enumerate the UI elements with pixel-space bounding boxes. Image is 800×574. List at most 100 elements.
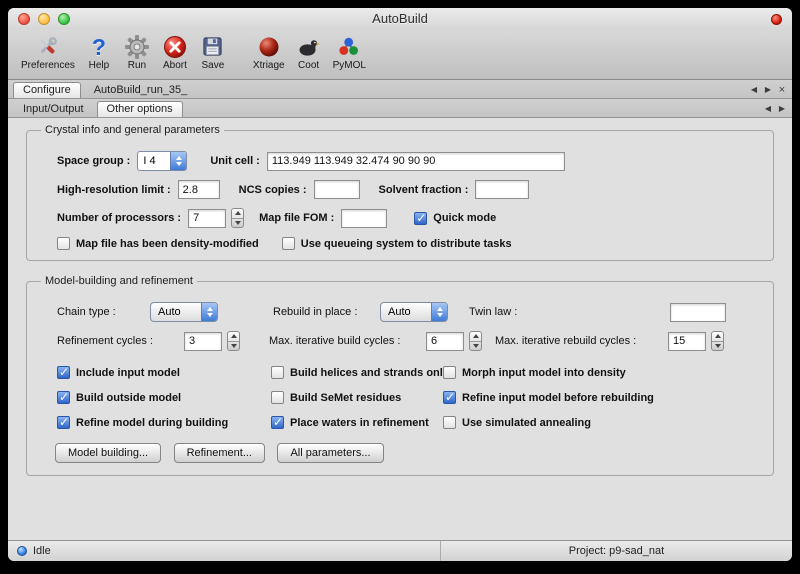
record-indicator-icon — [771, 14, 782, 25]
refine-before-rebuilding-checkbox[interactable]: Refine input model before rebuilding — [443, 391, 759, 404]
tab-scroll-left-icon[interactable]: ◀ — [749, 85, 759, 95]
subtab-scroll-right-icon[interactable]: ▶ — [777, 104, 787, 114]
crystal-info-title: Crystal info and general parameters — [41, 124, 224, 136]
build-cycles-label: Max. iterative build cycles : — [269, 335, 419, 347]
model-building-title: Model-building and refinement — [41, 275, 197, 287]
checkbox-box — [443, 366, 456, 379]
checkbox-box — [57, 237, 70, 250]
tab-other-options[interactable]: Other options — [97, 101, 183, 117]
checkbox-box — [271, 366, 284, 379]
popup-arrows-icon — [201, 303, 217, 321]
morph-input-model-checkbox[interactable]: Morph input model into density — [443, 366, 759, 379]
chain-type-popup[interactable]: Auto — [150, 302, 218, 322]
rebuild-cycles-label: Max. iterative rebuild cycles : — [495, 335, 661, 347]
toolbar-coot-button[interactable]: Coot — [290, 32, 328, 72]
checkbox-box — [57, 366, 70, 379]
place-waters-checkbox[interactable]: Place waters in refinement — [271, 416, 443, 429]
build-outside-model-checkbox[interactable]: Build outside model — [57, 391, 271, 404]
toolbar-run-button[interactable]: Run — [118, 32, 156, 72]
space-group-combo[interactable]: I 4 — [137, 151, 187, 171]
preferences-icon — [35, 33, 60, 60]
tab-autobuild-run[interactable]: AutoBuild_run_35_ — [84, 82, 198, 98]
map-fom-input[interactable] — [341, 209, 387, 228]
map-options-row: Map file has been density-modified Use q… — [57, 237, 759, 250]
high-res-label: High-resolution limit : — [57, 184, 171, 196]
tab-configure[interactable]: Configure — [13, 82, 81, 98]
checkbox-box — [282, 237, 295, 250]
toolbar-xtriage-button[interactable]: Xtriage — [248, 32, 290, 72]
queueing-checkbox[interactable]: Use queueing system to distribute tasks — [282, 237, 512, 250]
include-input-model-checkbox[interactable]: Include input model — [57, 366, 271, 379]
checkbox-box — [57, 391, 70, 404]
chain-type-row: Chain type : Auto Rebuild in place : Aut… — [57, 302, 759, 322]
space-group-label: Space group : — [57, 155, 130, 167]
status-bar: Idle Project: p9-sad_nat — [8, 540, 792, 561]
run-gear-icon — [125, 33, 149, 60]
toolbar-pymol-button[interactable]: PyMOL — [328, 32, 371, 72]
simulated-annealing-checkbox[interactable]: Use simulated annealing — [443, 416, 759, 429]
quick-mode-checkbox[interactable]: Quick mode — [414, 212, 496, 225]
checkbox-box — [271, 416, 284, 429]
project-section: Project: p9-sad_nat — [440, 541, 792, 561]
model-building-button[interactable]: Model building... — [55, 443, 161, 463]
twin-law-label: Twin law : — [469, 306, 527, 318]
build-cycles-input[interactable] — [426, 332, 464, 351]
popup-arrows-icon — [431, 303, 447, 321]
titlebar[interactable]: AutoBuild — [8, 8, 792, 30]
all-parameters-button[interactable]: All parameters... — [277, 443, 383, 463]
density-modified-label: Map file has been density-modified — [76, 238, 259, 250]
rebuild-cycles-input[interactable] — [668, 332, 706, 351]
chain-type-value: Auto — [151, 303, 201, 321]
solvent-fraction-input[interactable] — [475, 180, 529, 199]
model-options-grid: Include input model Build helices and st… — [57, 366, 759, 429]
build-helices-checkbox[interactable]: Build helices and strands only — [271, 366, 443, 379]
toolbar-label: Coot — [298, 60, 319, 71]
solvent-fraction-label: Solvent fraction : — [379, 184, 469, 196]
model-building-groupbox: Model-building and refinement Chain type… — [26, 275, 774, 476]
save-floppy-icon — [201, 33, 224, 60]
toolbar-label: Abort — [163, 60, 187, 71]
tab-scroll-right-icon[interactable]: ▶ — [763, 85, 773, 95]
status-section: Idle — [8, 545, 440, 557]
refinement-cycles-input[interactable] — [184, 332, 222, 351]
density-modified-checkbox[interactable]: Map file has been density-modified — [57, 237, 259, 250]
high-res-input[interactable] — [178, 180, 220, 199]
unit-cell-input[interactable] — [267, 152, 565, 171]
rebuild-in-place-label: Rebuild in place : — [273, 306, 373, 318]
checkbox-box — [271, 391, 284, 404]
build-cycles-stepper[interactable] — [469, 331, 482, 351]
toolbar-save-button[interactable]: Save — [194, 32, 232, 72]
toolbar-label: Run — [128, 60, 146, 71]
refinement-button[interactable]: Refinement... — [174, 443, 265, 463]
toolbar-abort-button[interactable]: Abort — [156, 32, 194, 72]
xtriage-icon — [257, 33, 281, 60]
refine-during-building-checkbox[interactable]: Refine model during building — [57, 416, 271, 429]
toolbar: Preferences ? Help — [8, 30, 792, 80]
rebuild-in-place-popup[interactable]: Auto — [380, 302, 448, 322]
subtab-scroll-left-icon[interactable]: ◀ — [763, 104, 773, 114]
processors-input[interactable] — [188, 209, 226, 228]
refinement-cycles-stepper[interactable] — [227, 331, 240, 351]
toolbar-label: Save — [202, 60, 225, 71]
tab-close-icon[interactable]: × — [777, 85, 787, 95]
twin-law-input[interactable] — [670, 303, 726, 322]
quick-mode-label: Quick mode — [433, 212, 496, 224]
toolbar-preferences-button[interactable]: Preferences — [16, 32, 80, 72]
ncs-copies-input[interactable] — [314, 180, 360, 199]
processors-label: Number of processors : — [57, 212, 181, 224]
primary-tab-bar: Configure AutoBuild_run_35_ ◀ ▶ × — [8, 80, 792, 99]
secondary-tab-bar: Input/Output Other options ◀ ▶ — [8, 99, 792, 118]
status-led-icon — [17, 546, 27, 556]
crystal-info-groupbox: Crystal info and general parameters Spac… — [26, 124, 774, 261]
queueing-label: Use queueing system to distribute tasks — [301, 238, 512, 250]
tab-input-output[interactable]: Input/Output — [13, 101, 94, 117]
refinement-cycles-label: Refinement cycles : — [57, 335, 177, 347]
toolbar-label: Preferences — [21, 60, 75, 71]
unit-cell-label: Unit cell : — [210, 155, 260, 167]
tab-nav-controls: ◀ ▶ × — [749, 85, 787, 98]
rebuild-cycles-stepper[interactable] — [711, 331, 724, 351]
toolbar-help-button[interactable]: ? Help — [80, 32, 118, 72]
processors-stepper[interactable] — [231, 208, 244, 228]
build-semet-checkbox[interactable]: Build SeMet residues — [271, 391, 443, 404]
options-panel: Crystal info and general parameters Spac… — [8, 119, 792, 540]
